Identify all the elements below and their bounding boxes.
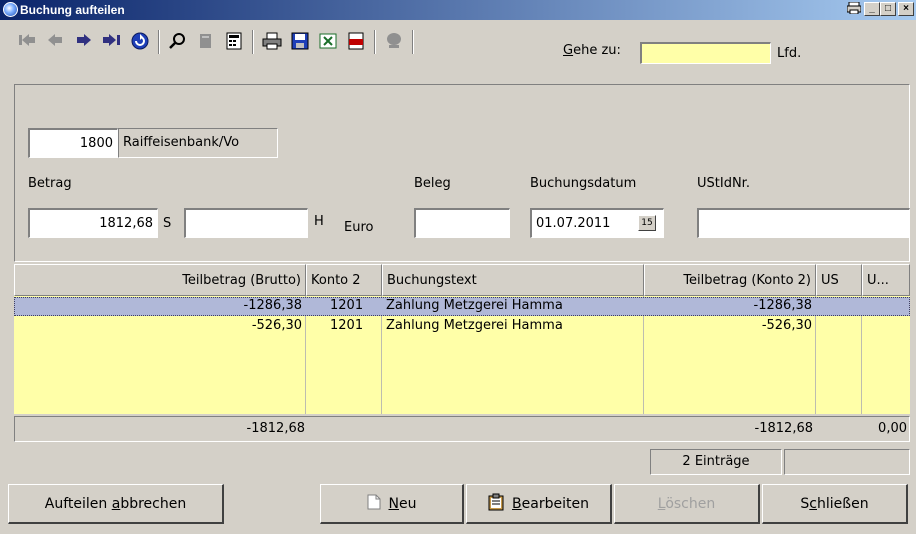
notes-icon[interactable]: [384, 32, 404, 52]
title-bar: Buchung aufteilen _ □ ×: [0, 0, 916, 20]
totals-row: -1812,68 -1812,68 0,00: [14, 416, 910, 442]
toolbar-separator: [158, 30, 160, 54]
cell-us: [816, 316, 862, 338]
previous-record-icon[interactable]: [46, 32, 66, 52]
total-konto2: -1812,68: [754, 421, 813, 436]
delete-button[interactable]: Löschen: [614, 484, 760, 524]
last-record-icon[interactable]: [102, 32, 122, 52]
print-icon[interactable]: [262, 32, 282, 52]
minimize-icon[interactable]: _: [864, 2, 880, 16]
cell-buchungstext: Zahlung Metzgerei Hamma: [386, 298, 563, 313]
new-document-icon: [367, 494, 381, 514]
toolbar-separator: [252, 30, 254, 54]
app-icon: [3, 2, 18, 17]
first-record-icon[interactable]: [18, 32, 38, 52]
edit-button[interactable]: Bearbeiten: [466, 484, 612, 524]
column-header-teilbetrag-konto2[interactable]: Teilbetrag (Konto 2): [644, 264, 816, 296]
edit-button-label: Bearbeiten: [512, 495, 589, 512]
clipboard-icon: [488, 493, 504, 515]
toolbar-separator: [412, 30, 414, 54]
cell-us: [816, 296, 862, 318]
column-header-brutto[interactable]: Teilbetrag (Brutto): [14, 264, 306, 296]
cell-konto2: 1201: [330, 318, 364, 333]
betrag-label: Betrag: [28, 176, 72, 191]
refresh-icon[interactable]: [130, 32, 150, 52]
split-table: Teilbetrag (Brutto) Konto 2 Buchungstext…: [14, 264, 910, 414]
lfd-label: Lfd.: [777, 46, 802, 61]
total-brutto: -1812,68: [246, 421, 305, 436]
new-button-label: Neu: [388, 495, 417, 512]
save-icon[interactable]: [290, 32, 310, 52]
currency-label: Euro: [344, 220, 374, 235]
entry-count-status: 2 Einträge: [650, 449, 782, 475]
toolbar: Gehe zu: Lfd.: [0, 20, 916, 80]
account-number-field[interactable]: 1800: [28, 128, 118, 158]
toolbar-separator: [374, 30, 376, 54]
pdf-icon[interactable]: [346, 32, 366, 52]
close-icon[interactable]: ×: [898, 2, 914, 16]
haben-amount-field[interactable]: [184, 208, 308, 238]
account-name-display: Raiffeisenbank/Vo: [118, 128, 278, 158]
haben-marker: H: [314, 214, 324, 229]
maximize-icon[interactable]: □: [880, 2, 896, 16]
soll-amount-field[interactable]: 1812,68: [28, 208, 158, 238]
print-icon[interactable]: [846, 1, 862, 16]
soll-marker: S: [163, 216, 172, 231]
status-extra: [784, 449, 910, 475]
calendar-icon[interactable]: 15: [638, 215, 656, 231]
search-icon[interactable]: [168, 32, 188, 52]
calculator-icon[interactable]: [224, 32, 244, 52]
window-title: Buchung aufteilen: [20, 3, 125, 17]
column-header-us[interactable]: US: [816, 264, 862, 296]
buchungsdatum-value: 01.07.2011: [536, 216, 611, 231]
cell-konto2: 1201: [330, 298, 364, 313]
goto-label: Gehe zu:: [563, 43, 621, 58]
column-header-u[interactable]: U...: [862, 264, 910, 296]
new-button[interactable]: Neu: [320, 484, 464, 524]
cell-brutto: -1286,38: [243, 298, 302, 313]
bookmark-icon[interactable]: [196, 32, 216, 52]
goto-input[interactable]: [640, 42, 771, 64]
cancel-split-button[interactable]: Aufteilen abbrechen: [8, 484, 224, 524]
cancel-split-label: Aufteilen abbrechen: [44, 495, 187, 512]
beleg-field[interactable]: [414, 208, 510, 238]
ustid-label: UStIdNr.: [697, 176, 750, 191]
next-record-icon[interactable]: [74, 32, 94, 52]
close-button-label: Schließen: [800, 495, 869, 512]
column-header-buchungstext[interactable]: Buchungstext: [382, 264, 644, 296]
ustid-field[interactable]: [697, 208, 910, 238]
close-button[interactable]: Schließen: [762, 484, 908, 524]
cell-u: [862, 316, 910, 338]
cell-teilbetrag-konto2: -1286,38: [753, 298, 812, 313]
column-header-konto2[interactable]: Konto 2: [306, 264, 382, 296]
total-last: 0,00: [878, 421, 907, 436]
cell-buchungstext: Zahlung Metzgerei Hamma: [386, 318, 563, 333]
buchungsdatum-label: Buchungsdatum: [530, 176, 637, 191]
excel-icon[interactable]: [318, 32, 338, 52]
delete-button-label: Löschen: [657, 495, 716, 512]
cell-brutto: -526,30: [251, 318, 302, 333]
cell-teilbetrag-konto2: -526,30: [761, 318, 812, 333]
beleg-label: Beleg: [414, 176, 451, 191]
cell-u: [862, 296, 910, 318]
